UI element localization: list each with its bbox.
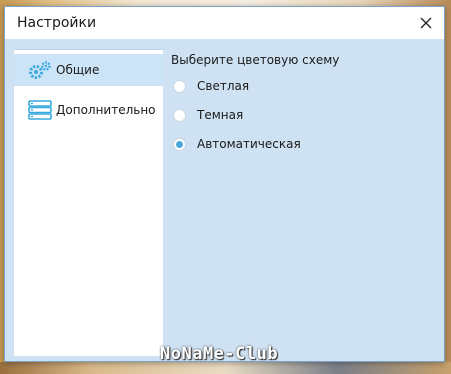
radio-option-light[interactable]: Светлая: [171, 77, 249, 95]
settings-dialog: Настройки Общие Дополнительно Выберите ц…: [4, 6, 445, 362]
sidebar: Общие Дополнительно: [14, 49, 163, 356]
radio-button[interactable]: [173, 79, 186, 93]
section-heading: Выберите цветовую схему: [171, 53, 340, 67]
radio-button-checked[interactable]: [173, 137, 186, 151]
radio-option-dark[interactable]: Темная: [171, 106, 243, 124]
radio-option-auto[interactable]: Автоматическая: [171, 135, 301, 153]
title-bar: Настройки: [5, 7, 444, 39]
watermark: NoNaMe-Club: [160, 344, 279, 364]
sidebar-item-label: Дополнительно: [56, 103, 156, 117]
radio-dot: [176, 140, 183, 148]
sidebar-item-label: Общие: [56, 63, 100, 77]
window-title: Настройки: [17, 15, 97, 31]
radio-label: Светлая: [197, 79, 250, 93]
radio-button[interactable]: [173, 108, 186, 122]
radio-label: Автоматическая: [197, 137, 301, 151]
sidebar-item-general[interactable]: Общие: [14, 54, 163, 86]
sidebar-item-advanced[interactable]: Дополнительно: [14, 94, 163, 126]
list-icon: [26, 100, 54, 120]
close-button[interactable]: [408, 7, 444, 39]
gears-icon: [26, 60, 54, 80]
radio-label: Темная: [197, 108, 244, 122]
close-icon: [420, 17, 432, 29]
